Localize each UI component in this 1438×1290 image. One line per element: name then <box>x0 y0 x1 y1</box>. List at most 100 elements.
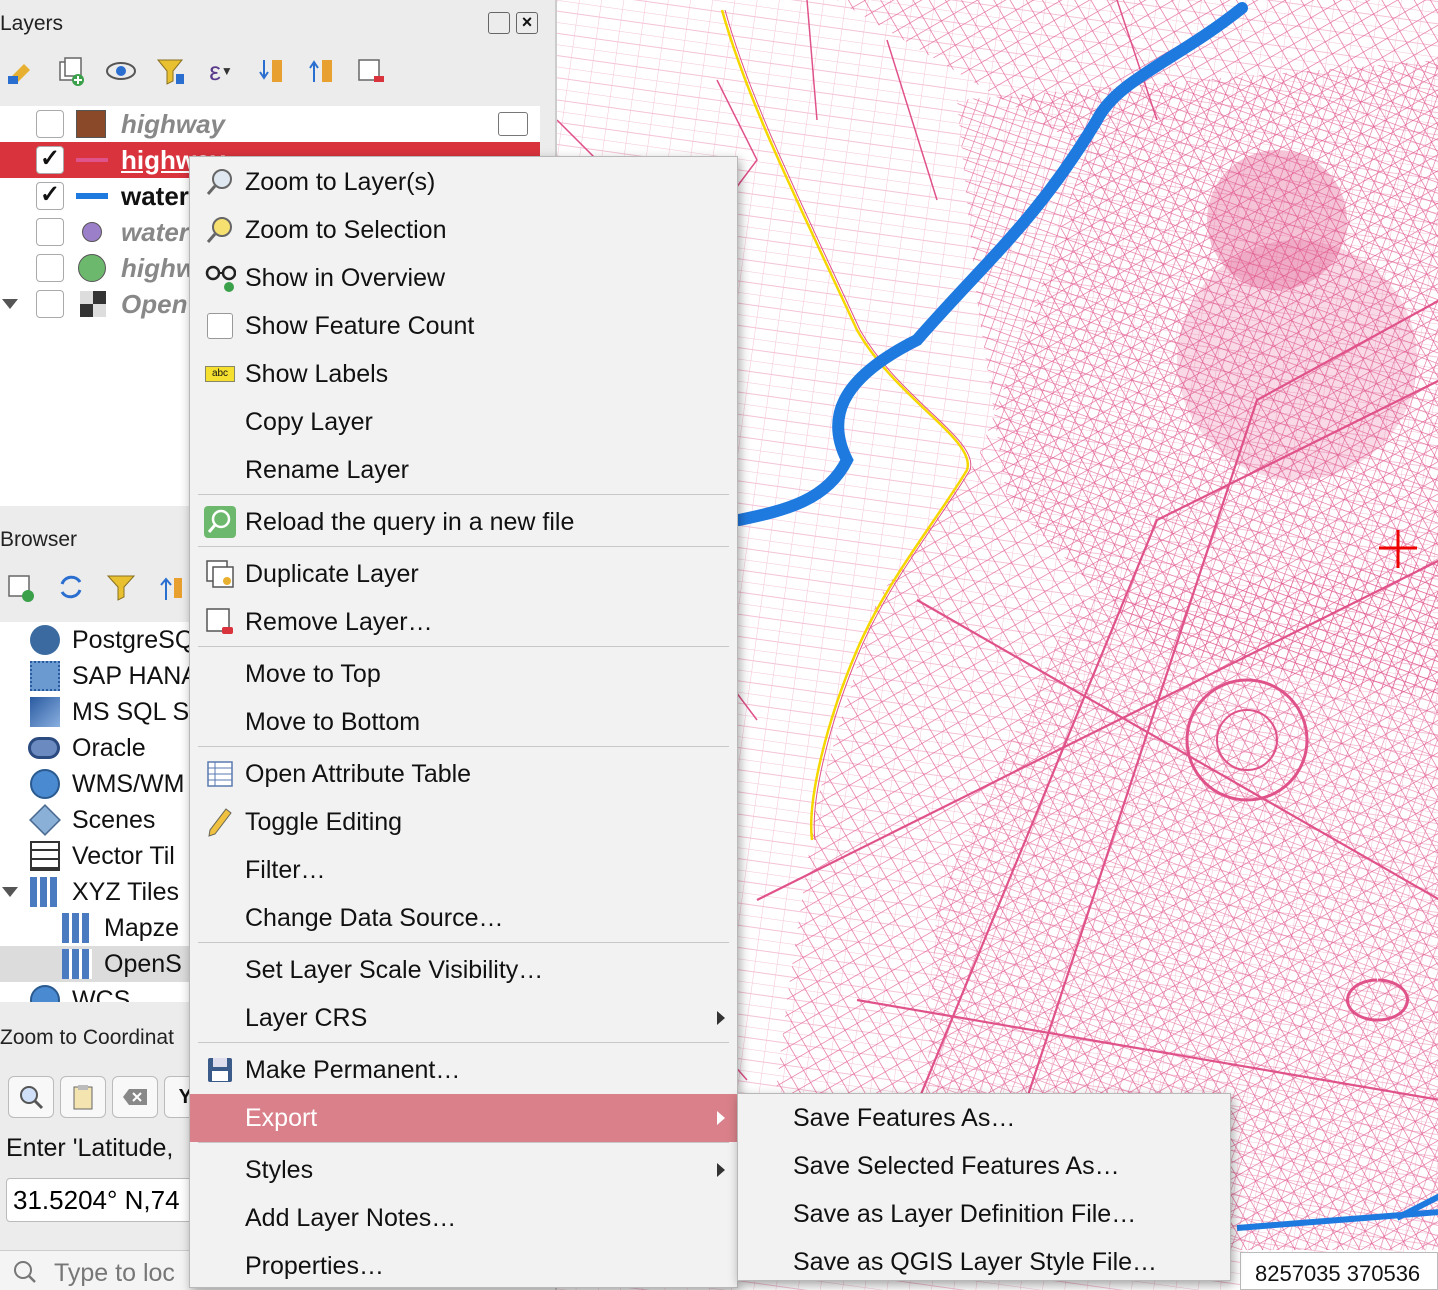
expand-all-icon[interactable] <box>254 54 288 88</box>
menu-item-show-in-overview[interactable]: Show in Overview <box>190 254 737 302</box>
menu-separator <box>198 546 729 547</box>
menu-item-label: Add Layer Notes… <box>245 1203 457 1232</box>
clear-button[interactable] <box>112 1076 158 1118</box>
menu-item-filter[interactable]: Filter… <box>190 846 737 894</box>
layer-checkbox[interactable] <box>36 290 64 318</box>
menu-item-label: Export <box>245 1103 318 1132</box>
menu-item-remove-layer[interactable]: Remove Layer… <box>190 598 737 646</box>
menu-item-change-data-source[interactable]: Change Data Source… <box>190 894 737 942</box>
purple-point-symbol-icon <box>82 222 102 242</box>
menu-item-zoom-to-layer[interactable]: Zoom to Layer(s) <box>190 158 737 206</box>
zoom-selection-icon <box>204 214 236 246</box>
close-panel-icon[interactable]: × <box>516 12 538 34</box>
menu-item-properties[interactable]: Properties… <box>190 1242 737 1290</box>
menu-item-show-labels[interactable]: abc Show Labels <box>190 350 737 398</box>
menu-item-label: Filter… <box>245 855 326 884</box>
layer-checkbox[interactable] <box>36 254 64 282</box>
blue-line-symbol-icon <box>76 193 108 199</box>
add-group-icon[interactable] <box>54 54 88 88</box>
layer-checkbox[interactable]: ✓ <box>36 182 64 210</box>
menu-separator <box>198 746 729 747</box>
magnifier-icon <box>20 1086 44 1110</box>
menu-item-rename-layer[interactable]: Rename Layer <box>190 446 737 494</box>
expand-arrow-icon[interactable] <box>2 299 18 309</box>
coordinate-instruction: Enter 'Latitude, <box>6 1134 174 1162</box>
menu-item-label: Properties… <box>245 1251 384 1280</box>
menu-item-label: Show Labels <box>245 359 389 388</box>
locator-placeholder[interactable]: Type to loc <box>54 1259 175 1288</box>
scenes-cube-icon <box>29 804 61 836</box>
float-panel-icon[interactable] <box>488 12 510 34</box>
xyz-tiles-icon <box>62 949 92 979</box>
collapse-browser-icon[interactable] <box>154 570 188 604</box>
menu-separator <box>198 1142 729 1143</box>
brown-fill-symbol-icon <box>76 110 106 138</box>
expand-arrow-icon[interactable] <box>2 887 18 897</box>
menu-item-show-feature-count[interactable]: Show Feature Count <box>190 302 737 350</box>
submenu-item-save-layer-definition[interactable]: Save as Layer Definition File… <box>738 1190 1230 1238</box>
submenu-item-save-features-as[interactable]: Save Features As… <box>738 1094 1230 1142</box>
menu-item-zoom-to-selection[interactable]: Zoom to Selection <box>190 206 737 254</box>
menu-item-open-attribute-table[interactable]: Open Attribute Table <box>190 750 737 798</box>
layers-panel-title: Layers <box>0 12 64 35</box>
expression-filter-icon[interactable]: ε ▼ <box>204 54 238 88</box>
green-point-symbol-icon <box>78 254 106 282</box>
sap-hana-icon <box>30 661 60 691</box>
wms-globe-icon <box>30 769 60 799</box>
clipboard-icon <box>73 1085 93 1110</box>
filter-browser-icon[interactable] <box>104 570 138 604</box>
menu-item-toggle-editing[interactable]: Toggle Editing <box>190 798 737 846</box>
paste-button[interactable] <box>60 1076 106 1118</box>
layer-context-menu: Zoom to Layer(s) Zoom to Selection Show … <box>189 156 738 1288</box>
menu-item-export[interactable]: Export <box>190 1094 737 1142</box>
style-brush-icon[interactable] <box>4 54 38 88</box>
raster-tiles-symbol-icon <box>80 291 106 317</box>
browser-toolbar <box>4 570 204 604</box>
submenu-item-save-selected-features-as[interactable]: Save Selected Features As… <box>738 1142 1230 1190</box>
visibility-eye-icon[interactable] <box>104 54 138 88</box>
refresh-icon[interactable] <box>54 570 88 604</box>
menu-item-label: Duplicate Layer <box>245 559 419 588</box>
browser-item-label: Mapze <box>104 913 180 942</box>
search-icon <box>14 1261 36 1283</box>
save-disk-icon <box>204 1054 236 1086</box>
collapse-all-icon[interactable] <box>304 54 338 88</box>
menu-item-label: Open Attribute Table <box>245 759 472 788</box>
attribute-table-icon <box>204 758 236 790</box>
layer-checkbox[interactable] <box>36 110 64 138</box>
layer-checkbox[interactable] <box>36 218 64 246</box>
menu-item-label: Layer CRS <box>245 1003 368 1032</box>
zoom-to-coordinate-button[interactable] <box>8 1076 54 1118</box>
menu-item-reload-query[interactable]: Reload the query in a new file <box>190 498 737 546</box>
menu-item-move-to-bottom[interactable]: Move to Bottom <box>190 698 737 746</box>
mssql-icon <box>30 697 60 727</box>
menu-item-add-layer-notes[interactable]: Add Layer Notes… <box>190 1194 737 1242</box>
export-submenu: Save Features As… Save Selected Features… <box>737 1093 1231 1281</box>
layer-item-highway-1[interactable]: highway <box>0 106 540 142</box>
menu-item-copy-layer[interactable]: Copy Layer <box>190 398 737 446</box>
menu-item-duplicate-layer[interactable]: Duplicate Layer <box>190 550 737 598</box>
menu-separator <box>198 942 729 943</box>
menu-item-label: Zoom to Selection <box>245 215 447 244</box>
menu-separator <box>198 1042 729 1043</box>
coordinate-display[interactable]: 8257035 370536 <box>1240 1252 1438 1290</box>
xyz-tiles-icon <box>30 877 60 907</box>
menu-item-styles[interactable]: Styles <box>190 1146 737 1194</box>
overview-glasses-icon <box>204 262 236 294</box>
menu-item-set-scale-visibility[interactable]: Set Layer Scale Visibility… <box>190 946 737 994</box>
submenu-item-save-qgis-style[interactable]: Save as QGIS Layer Style File… <box>738 1238 1230 1286</box>
menu-item-move-to-top[interactable]: Move to Top <box>190 650 737 698</box>
filter-legend-icon[interactable] <box>154 54 188 88</box>
menu-item-label: Change Data Source… <box>245 903 504 932</box>
menu-item-label: Styles <box>245 1155 314 1184</box>
pencil-icon <box>204 806 236 838</box>
submenu-item-label: Save as Layer Definition File… <box>793 1199 1137 1228</box>
menu-item-layer-crs[interactable]: Layer CRS <box>190 994 737 1042</box>
remove-layer-icon[interactable] <box>354 54 388 88</box>
menu-item-make-permanent[interactable]: Make Permanent… <box>190 1046 737 1094</box>
layer-name: water <box>121 216 189 247</box>
layer-checkbox[interactable]: ✓ <box>36 146 64 174</box>
labels-abc-icon: abc <box>204 358 236 390</box>
browser-item-label: OpenS <box>104 949 182 978</box>
add-selected-layers-icon[interactable] <box>4 570 38 604</box>
